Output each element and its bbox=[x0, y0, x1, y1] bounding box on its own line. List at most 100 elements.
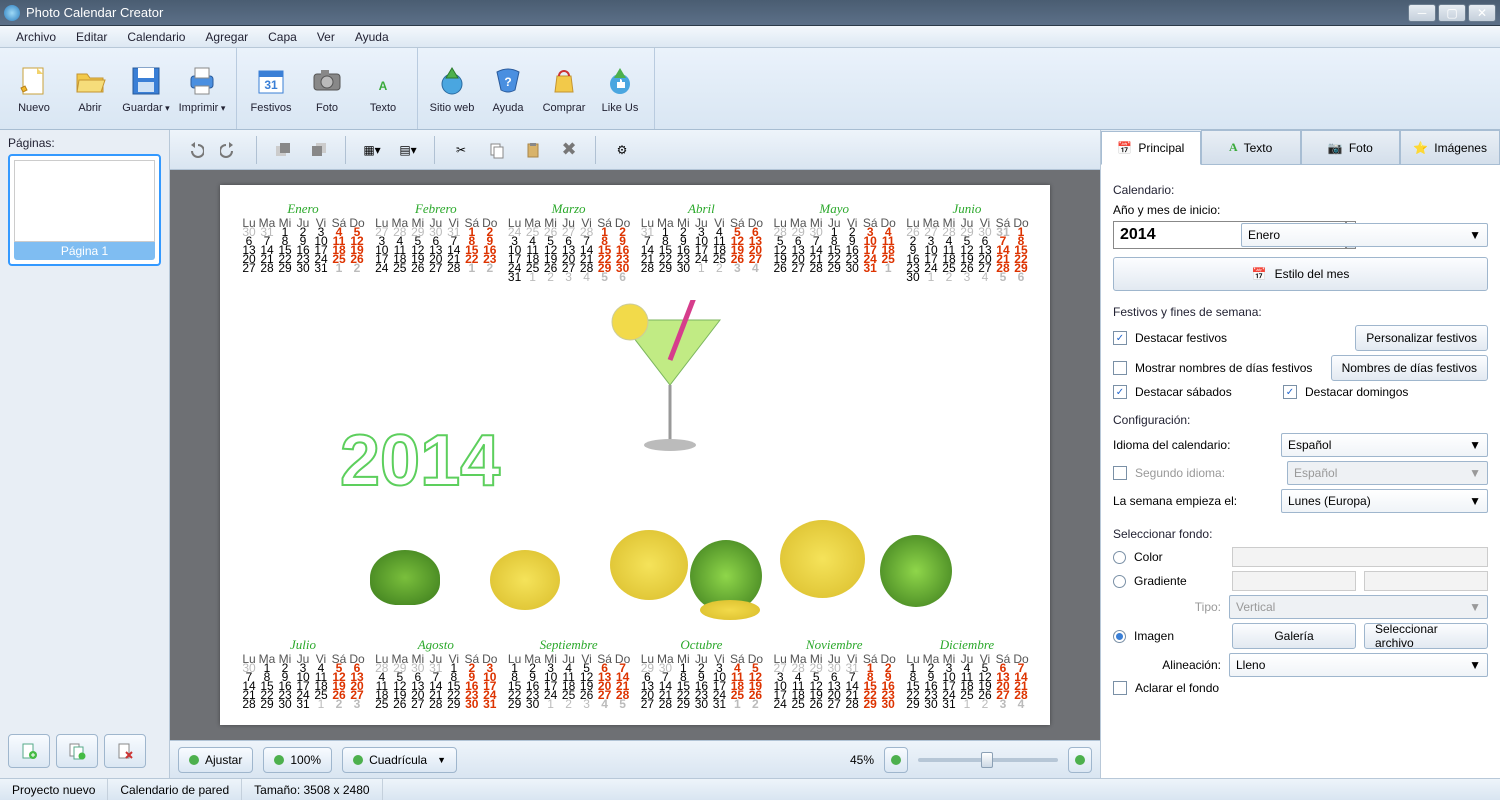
fit-button[interactable]: Ajustar bbox=[178, 747, 253, 773]
close-button[interactable]: ✕ bbox=[1468, 4, 1496, 22]
grid-button[interactable]: Cuadrícula▼ bbox=[342, 747, 457, 773]
thumbnail-caption: Página 1 bbox=[14, 242, 155, 260]
ribbon-help-button[interactable]: ? Ayuda bbox=[480, 52, 536, 125]
redo-button[interactable] bbox=[214, 135, 246, 165]
chk-second-lang[interactable] bbox=[1113, 466, 1127, 480]
ribbon-label: Guardar ▾ bbox=[122, 102, 169, 114]
gradient-swatch-1[interactable] bbox=[1232, 571, 1356, 591]
month-block: DiciembreLuMaMiJuViSáDo12345678910111213… bbox=[904, 637, 1030, 709]
ribbon-photo-button[interactable]: Foto bbox=[299, 52, 355, 125]
radio-bg-gradient[interactable] bbox=[1113, 575, 1126, 588]
ribbon-open-button[interactable]: Abrir bbox=[62, 52, 118, 125]
minimize-button[interactable]: ─ bbox=[1408, 4, 1436, 22]
tab-icon: 📷 bbox=[1328, 141, 1343, 155]
menu-capa[interactable]: Capa bbox=[258, 28, 307, 46]
bring-front-button[interactable] bbox=[267, 135, 299, 165]
chk-highlight-sat[interactable]: ✓ bbox=[1113, 385, 1127, 399]
duplicate-page-button[interactable] bbox=[56, 734, 98, 768]
chk-highlight-holidays[interactable]: ✓ bbox=[1113, 331, 1127, 345]
month-block: NoviembreLuMaMiJuViSáDo27282930311234567… bbox=[771, 637, 897, 709]
tab-texto[interactable]: ATexto bbox=[1201, 130, 1301, 164]
zoom-slider[interactable] bbox=[918, 758, 1058, 762]
help-icon: ? bbox=[491, 64, 525, 98]
ribbon-holidays-button[interactable]: 31 Festivos bbox=[243, 52, 299, 125]
cut-button[interactable]: ✂ bbox=[445, 135, 477, 165]
tab-icon: A bbox=[1229, 140, 1238, 155]
color-swatch[interactable] bbox=[1232, 547, 1488, 567]
status-bar: Proyecto nuevo Calendario de pared Tamañ… bbox=[0, 778, 1500, 800]
tab-foto[interactable]: 📷Foto bbox=[1301, 130, 1401, 164]
week-start-select[interactable]: Lunes (Europa)▼ bbox=[1281, 489, 1488, 513]
paste-button[interactable] bbox=[517, 135, 549, 165]
holiday-names-button[interactable]: Nombres de días festivos bbox=[1331, 355, 1488, 381]
center-area: ▦▾ ▤▾ ✂ ✖ ⚙ EneroLuMaMiJuViSáDo303112345… bbox=[170, 130, 1100, 778]
titlebar: Photo Calendar Creator ─ ▢ ✕ bbox=[0, 0, 1500, 26]
month-select[interactable]: Enero▼ bbox=[1241, 223, 1488, 247]
svg-text:?: ? bbox=[504, 75, 511, 89]
zoom-100-button[interactable]: 100% bbox=[263, 747, 332, 773]
ribbon-web-button[interactable]: Sitio web bbox=[424, 52, 480, 125]
delete-page-button[interactable] bbox=[104, 734, 146, 768]
ribbon-new-button[interactable]: Nuevo bbox=[6, 52, 62, 125]
svg-text:A: A bbox=[379, 79, 388, 93]
chk-lighten-bg[interactable] bbox=[1113, 681, 1127, 695]
select-file-button[interactable]: Seleccionar archivo bbox=[1364, 623, 1488, 649]
menu-archivo[interactable]: Archivo bbox=[6, 28, 66, 46]
menu-ver[interactable]: Ver bbox=[307, 28, 345, 46]
settings-button[interactable]: ⚙ bbox=[606, 135, 638, 165]
copy-button[interactable] bbox=[481, 135, 513, 165]
page-thumbnail[interactable]: Página 1 bbox=[8, 154, 161, 266]
chk-show-holiday-names[interactable] bbox=[1113, 361, 1127, 375]
tab-imágenes[interactable]: ⭐Imágenes bbox=[1400, 130, 1500, 164]
zoom-in-button[interactable] bbox=[884, 747, 908, 773]
send-back-button[interactable] bbox=[303, 135, 335, 165]
undo-button[interactable] bbox=[178, 135, 210, 165]
ribbon-buy-button[interactable]: Comprar bbox=[536, 52, 592, 125]
month-block: SeptiembreLuMaMiJuViSáDo1234567891011121… bbox=[506, 637, 632, 709]
print-icon bbox=[185, 64, 219, 98]
ribbon-label: Festivos bbox=[251, 102, 292, 114]
delete-button[interactable]: ✖ bbox=[553, 135, 585, 165]
ribbon-print-button[interactable]: Imprimir ▾ bbox=[174, 52, 230, 125]
align-button[interactable]: ▦▾ bbox=[356, 135, 388, 165]
add-page-button[interactable] bbox=[8, 734, 50, 768]
tab-icon: 📅 bbox=[1117, 141, 1132, 155]
radio-bg-image[interactable] bbox=[1113, 630, 1126, 643]
ribbon-label: Nuevo bbox=[18, 102, 50, 114]
menu-calendario[interactable]: Calendario bbox=[117, 28, 195, 46]
ribbon-label: Ayuda bbox=[493, 102, 524, 114]
menu-ayuda[interactable]: Ayuda bbox=[345, 28, 399, 46]
year-spinner[interactable]: ▲▼ bbox=[1113, 221, 1233, 249]
status-project: Proyecto nuevo bbox=[0, 779, 108, 800]
radio-bg-color[interactable] bbox=[1113, 551, 1126, 564]
workarea: Páginas: Página 1 ▦▾ ▤▾ ✂ ✖ ⚙ bbox=[0, 130, 1500, 778]
svg-text:31: 31 bbox=[264, 78, 278, 92]
maximize-button[interactable]: ▢ bbox=[1438, 4, 1466, 22]
tab-principal[interactable]: 📅Principal bbox=[1101, 131, 1201, 165]
zoom-percent: 45% bbox=[850, 753, 874, 767]
section-calendar: Calendario: bbox=[1113, 183, 1488, 197]
zoom-out-button[interactable] bbox=[1068, 747, 1092, 773]
chk-highlight-sun[interactable]: ✓ bbox=[1283, 385, 1297, 399]
ribbon-like-button[interactable]: Like Us bbox=[592, 52, 648, 125]
gradient-type-select: Vertical▼ bbox=[1229, 595, 1488, 619]
month-block: AgostoLuMaMiJuViSáDo28293031123456789101… bbox=[373, 637, 499, 709]
month-style-button[interactable]: 📅 Estilo del mes bbox=[1113, 257, 1488, 291]
customize-holidays-button[interactable]: Personalizar festivos bbox=[1355, 325, 1488, 351]
menu-editar[interactable]: Editar bbox=[66, 28, 117, 46]
ribbon-save-button[interactable]: Guardar ▾ bbox=[118, 52, 174, 125]
language-select[interactable]: Español▼ bbox=[1281, 433, 1488, 457]
tab-icon: ⭐ bbox=[1413, 141, 1428, 155]
gallery-button[interactable]: Galería bbox=[1232, 623, 1356, 649]
month-block: AbrilLuMaMiJuViSáDo311234567891011121314… bbox=[638, 201, 764, 282]
distribute-button[interactable]: ▤▾ bbox=[392, 135, 424, 165]
canvas-viewport[interactable]: EneroLuMaMiJuViSáDo303112345678910111213… bbox=[170, 170, 1100, 740]
alignment-select[interactable]: Lleno▼ bbox=[1229, 653, 1488, 677]
menu-agregar[interactable]: Agregar bbox=[195, 28, 258, 46]
start-label: Año y mes de inicio: bbox=[1113, 203, 1488, 217]
ribbon-label: Comprar bbox=[543, 102, 586, 114]
calendar-canvas[interactable]: EneroLuMaMiJuViSáDo303112345678910111213… bbox=[220, 185, 1050, 725]
gradient-swatch-2[interactable] bbox=[1364, 571, 1488, 591]
ribbon-text-button[interactable]: ATexto bbox=[355, 52, 411, 125]
section-holidays: Festivos y fines de semana: bbox=[1113, 305, 1488, 319]
